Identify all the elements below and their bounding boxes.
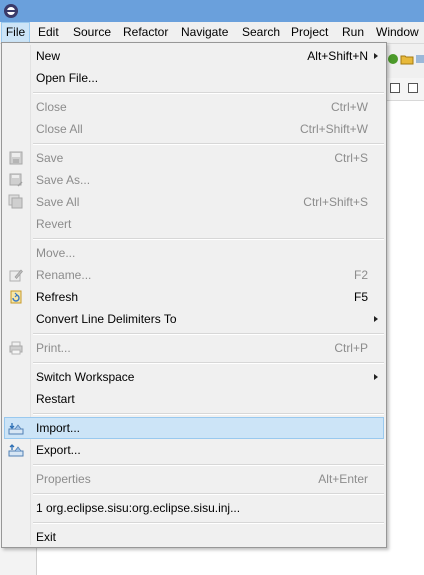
submenu-arrow-icon bbox=[374, 53, 378, 59]
rename-icon bbox=[9, 269, 23, 282]
menu-refactor[interactable]: Refactor bbox=[123, 22, 168, 43]
shortcut-label: Alt+Enter bbox=[318, 472, 368, 486]
menu-item-refresh[interactable]: Refresh F5 bbox=[4, 286, 384, 308]
menu-item-import[interactable]: Import... bbox=[4, 417, 384, 439]
menu-item-export[interactable]: Export... bbox=[4, 439, 384, 461]
open-folder-icon[interactable] bbox=[400, 52, 414, 66]
file-menu-dropdown: New Alt+Shift+N Open File... Close Ctrl+… bbox=[1, 42, 387, 548]
menu-item-label: Rename... bbox=[36, 268, 92, 282]
refresh-icon bbox=[10, 290, 22, 304]
menu-item-close[interactable]: Close Ctrl+W bbox=[4, 96, 384, 118]
menu-run[interactable]: Run bbox=[342, 22, 364, 43]
menu-search[interactable]: Search bbox=[242, 22, 280, 43]
shortcut-label: Alt+Shift+N bbox=[307, 49, 368, 63]
menu-edit[interactable]: Edit bbox=[38, 22, 59, 43]
eclipse-app-icon[interactable] bbox=[2, 2, 20, 20]
menu-separator bbox=[33, 493, 384, 495]
menu-item-label: Convert Line Delimiters To bbox=[36, 312, 177, 326]
menu-item-label: Move... bbox=[36, 246, 76, 260]
menu-item-save-as[interactable]: Save As... bbox=[4, 169, 384, 191]
menu-item-label: Print... bbox=[36, 341, 71, 355]
menu-item-close-all[interactable]: Close All Ctrl+Shift+W bbox=[4, 118, 384, 140]
maximize-view-icon[interactable] bbox=[408, 83, 418, 93]
menu-item-recent-file[interactable]: 1 org.eclipse.sisu:org.eclipse.sisu.inj.… bbox=[4, 497, 384, 519]
menu-file[interactable]: File bbox=[1, 22, 30, 43]
menu-item-label: Open File... bbox=[36, 71, 99, 85]
shortcut-label: Ctrl+W bbox=[331, 100, 368, 114]
menu-separator bbox=[33, 143, 384, 145]
submenu-arrow-icon bbox=[374, 316, 378, 322]
menu-item-label: Properties bbox=[36, 472, 91, 486]
shortcut-label: F5 bbox=[353, 290, 368, 304]
save-as-icon bbox=[9, 173, 23, 187]
view-header bbox=[386, 78, 424, 101]
menu-project[interactable]: Project bbox=[291, 22, 328, 43]
menu-item-label: Close All bbox=[36, 122, 83, 136]
menu-item-save-all[interactable]: Save All Ctrl+Shift+S bbox=[4, 191, 384, 213]
menu-item-save[interactable]: Save Ctrl+S bbox=[4, 147, 384, 169]
menu-bar: File Edit Source Refactor Navigate Searc… bbox=[0, 22, 424, 44]
shortcut-label: Ctrl+S bbox=[334, 151, 368, 165]
menu-item-label: New bbox=[36, 49, 61, 63]
menu-item-label: Switch Workspace bbox=[36, 370, 135, 384]
shortcut-label: F2 bbox=[353, 268, 368, 282]
menu-item-exit[interactable]: Exit bbox=[4, 526, 384, 548]
menu-separator bbox=[33, 333, 384, 335]
import-icon bbox=[8, 423, 24, 435]
menu-item-label: Save As... bbox=[36, 173, 91, 187]
menu-separator bbox=[33, 362, 384, 364]
menu-item-label: Restart bbox=[36, 392, 75, 406]
menu-item-convert-line-delimiters[interactable]: Convert Line Delimiters To bbox=[4, 308, 384, 330]
menu-item-properties[interactable]: Properties Alt+Enter bbox=[4, 468, 384, 490]
save-all-icon bbox=[8, 194, 23, 209]
menu-separator bbox=[33, 522, 384, 524]
shortcut-label: Ctrl+Shift+S bbox=[303, 195, 368, 209]
run-icon[interactable] bbox=[386, 52, 400, 66]
menu-item-rename[interactable]: Rename... F2 bbox=[4, 264, 384, 286]
shortcut-label: Ctrl+Shift+W bbox=[299, 122, 368, 136]
menu-item-label: Refresh bbox=[36, 290, 79, 304]
title-bar bbox=[0, 0, 424, 22]
menu-item-label: Revert bbox=[36, 217, 72, 231]
menu-item-label: Save All bbox=[36, 195, 80, 209]
menu-separator bbox=[33, 413, 384, 415]
export-icon bbox=[8, 444, 24, 457]
menu-navigate[interactable]: Navigate bbox=[181, 22, 228, 43]
menu-window[interactable]: Window bbox=[376, 22, 419, 43]
menu-item-new[interactable]: New Alt+Shift+N bbox=[4, 45, 384, 67]
menu-item-print[interactable]: Print... Ctrl+P bbox=[4, 337, 384, 359]
menu-source[interactable]: Source bbox=[73, 22, 111, 43]
menu-separator bbox=[33, 238, 384, 240]
menu-item-label: Save bbox=[36, 151, 64, 165]
submenu-arrow-icon bbox=[374, 374, 378, 380]
menu-item-label: 1 org.eclipse.sisu:org.eclipse.sisu.inj.… bbox=[36, 501, 241, 515]
menu-item-switch-workspace[interactable]: Switch Workspace bbox=[4, 366, 384, 388]
menu-item-label: Export... bbox=[36, 443, 81, 457]
menu-separator bbox=[33, 464, 384, 466]
menu-item-label: Exit bbox=[36, 530, 57, 544]
menu-item-label: Import... bbox=[36, 421, 81, 435]
menu-item-open-file[interactable]: Open File... bbox=[4, 67, 384, 89]
toolbar-more-icon[interactable] bbox=[416, 52, 424, 66]
shortcut-label: Ctrl+P bbox=[334, 341, 368, 355]
menu-item-move[interactable]: Move... bbox=[4, 242, 384, 264]
print-icon bbox=[9, 341, 23, 355]
menu-item-label: Close bbox=[36, 100, 67, 114]
menu-separator bbox=[33, 92, 384, 94]
menu-item-revert[interactable]: Revert bbox=[4, 213, 384, 235]
menu-item-restart[interactable]: Restart bbox=[4, 388, 384, 410]
save-icon bbox=[9, 151, 23, 165]
main-toolbar bbox=[386, 44, 424, 78]
minimize-view-icon[interactable] bbox=[390, 83, 400, 93]
